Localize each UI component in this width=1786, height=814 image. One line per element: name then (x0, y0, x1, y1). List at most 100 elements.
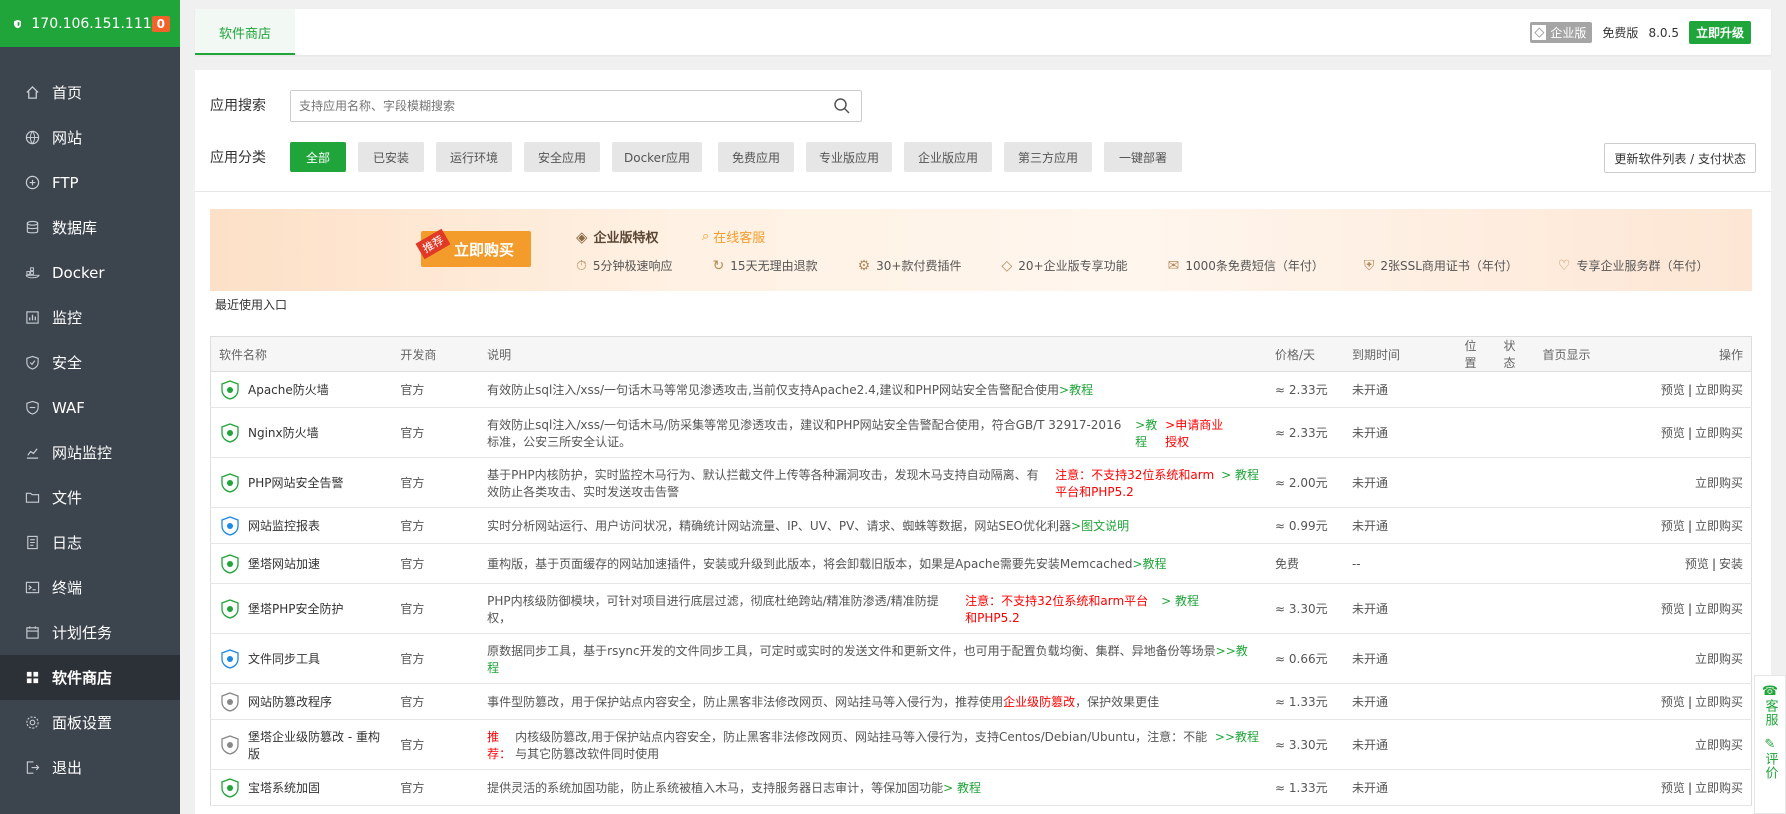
enterprise-link[interactable]: 企业级防篡改 (1003, 695, 1075, 709)
tutorial-link[interactable]: > 教程 (943, 781, 981, 795)
tab-software-store[interactable]: 软件商店 (195, 9, 295, 55)
sidebar-item-label: 文件 (52, 489, 83, 507)
table-row[interactable]: PHP网站安全告警 官方 基于PHP内核防护，实时监控木马行为、默认拦截文件上传… (210, 457, 1752, 508)
table-row[interactable]: 网站监控报表 官方 实时分析网站运行、用户访问状况，精确统计网站流量、IP、UV… (210, 507, 1752, 544)
app-name[interactable]: 堡塔PHP安全防护 (248, 600, 344, 617)
buy-now-button[interactable]: 推荐 立即购买 (415, 228, 531, 267)
tutorial-link[interactable]: >图文说明 (1071, 519, 1129, 533)
column-header: 首页显示 (1534, 336, 1620, 372)
upgrade-button[interactable]: 立即升级 (1688, 21, 1751, 44)
app-name[interactable]: 宝塔系统加固 (248, 779, 320, 796)
app-name[interactable]: 堡塔企业级防篡改 - 重构版 (248, 728, 384, 762)
sidebar-item-15[interactable]: 退出 (0, 745, 180, 790)
preview-link[interactable]: 预览 (1661, 695, 1685, 709)
table-row[interactable]: 堡塔网站加速 官方 重构版，基于页面缓存的网站加速插件，安装或升级到此版本，将会… (210, 543, 1752, 584)
column-header: 软件名称 (210, 336, 393, 372)
table-row[interactable]: Apache防火墙 官方 有效防止sql注入/xss/一句话木马等常见渗透攻击,… (210, 371, 1752, 408)
enterprise-tag[interactable]: ◇ 企业版 (1530, 22, 1593, 43)
table-row[interactable]: 文件同步工具 官方 原数据同步工具，基于rsync开发的文件同步工具，可定时或实… (210, 633, 1752, 684)
preview-link[interactable]: 预览 (1661, 383, 1685, 397)
notification-badge[interactable]: 0 (151, 15, 170, 32)
sidebar-item-13[interactable]: 软件商店 (0, 655, 180, 700)
buy-link[interactable]: 立即购买 (1695, 383, 1743, 397)
buy-link[interactable]: 立即购买 (1695, 476, 1743, 490)
category-3[interactable]: 安全应用 (524, 142, 600, 172)
table-row[interactable]: 宝塔系统加固 官方 提供灵活的系统加固功能，防止系统被植入木马，支持服务器日志审… (210, 769, 1752, 806)
category-4[interactable]: Docker应用 (612, 142, 702, 172)
operations: 预览 | 安装 (1619, 543, 1752, 584)
category-0[interactable]: 全部 (290, 142, 346, 172)
install-link[interactable]: 安装 (1719, 557, 1743, 571)
expire-time: 未开通 (1343, 407, 1457, 458)
sidebar-item-3[interactable]: 数据库 (0, 205, 180, 250)
app-name[interactable]: Apache防火墙 (248, 381, 329, 398)
customer-service-button[interactable]: 客服 (1761, 699, 1780, 727)
search-input[interactable] (291, 91, 811, 121)
category-2[interactable]: 运行环境 (436, 142, 512, 172)
license-link[interactable]: >申请商业授权 (1165, 416, 1235, 450)
buy-link[interactable]: 立即购买 (1695, 695, 1743, 709)
tutorial-link[interactable]: >教程 (1135, 416, 1161, 450)
category-9[interactable]: 一键部署 (1104, 142, 1182, 172)
sidebar-item-9[interactable]: 文件 (0, 475, 180, 520)
table-row[interactable]: 堡塔PHP安全防护 官方 PHP内核级防御模块，可针对项目进行底层过滤，彻底杜绝… (210, 583, 1752, 634)
feature-icon: ⏱ (576, 257, 587, 274)
preview-link[interactable]: 预览 (1685, 557, 1709, 571)
tutorial-link[interactable]: >教程 (1133, 557, 1167, 571)
tutorial-link[interactable]: > 教程 (1221, 466, 1259, 483)
sidebar-item-8[interactable]: 网站监控 (0, 430, 180, 475)
table-row[interactable]: 网站防篡改程序 官方 事件型防篡改，用于保护站点内容安全，防止黑客非法修改网页、… (210, 683, 1752, 720)
category-5[interactable]: 免费应用 (718, 142, 794, 172)
app-name[interactable]: 堡塔网站加速 (248, 555, 320, 572)
sidebar-item-2[interactable]: FTP (0, 160, 180, 205)
app-name[interactable]: PHP网站安全告警 (248, 474, 344, 491)
app-name[interactable]: Nginx防火墙 (248, 424, 319, 441)
preview-link[interactable]: 预览 (1661, 781, 1685, 795)
status-cell (1495, 507, 1535, 544)
buy-link[interactable]: 立即购买 (1695, 602, 1743, 616)
category-8[interactable]: 第三方应用 (1004, 142, 1092, 172)
app-name[interactable]: 网站防篡改程序 (248, 693, 332, 710)
category-6[interactable]: 专业版应用 (806, 142, 892, 172)
app-name[interactable]: 网站监控报表 (248, 517, 320, 534)
sidebar-item-1[interactable]: 网站 (0, 115, 180, 160)
waf-icon (24, 400, 40, 416)
location-cell (1456, 407, 1496, 458)
app-name[interactable]: 文件同步工具 (248, 650, 320, 667)
sidebar-item-7[interactable]: WAF (0, 385, 180, 430)
buy-link[interactable]: 立即购买 (1695, 781, 1743, 795)
buy-link[interactable]: 立即购买 (1695, 519, 1743, 533)
sidebar-item-6[interactable]: 安全 (0, 340, 180, 385)
logo-icon (14, 19, 22, 28)
online-service-link[interactable]: ⌕ 在线客服 (702, 227, 765, 246)
tutorial-link[interactable]: >>教程 (1215, 728, 1259, 745)
category-1[interactable]: 已安装 (358, 142, 424, 172)
sidebar-item-0[interactable]: 首页 (0, 70, 180, 115)
table-row[interactable]: Nginx防火墙 官方 有效防止sql注入/xss/一句话木马/防采集等常见渗透… (210, 407, 1752, 458)
sidebar-item-4[interactable]: Docker (0, 250, 180, 295)
sidebar-item-10[interactable]: 日志 (0, 520, 180, 565)
sidebar-item-11[interactable]: 终端 (0, 565, 180, 610)
refresh-list-button[interactable]: 更新软件列表 / 支付状态 (1604, 143, 1756, 173)
tutorial-link[interactable]: > 教程 (1161, 592, 1199, 609)
preview-link[interactable]: 预览 (1661, 426, 1685, 440)
preview-link[interactable]: 预览 (1661, 519, 1685, 533)
sidebar-item-5[interactable]: 监控 (0, 295, 180, 340)
table-header: 软件名称 开发商 说明 价格/天 到期时间 位置 状态 首页显示 操作 (210, 336, 1752, 372)
preview-link[interactable]: 预览 (1661, 602, 1685, 616)
ftp-icon (24, 175, 40, 191)
search-icon[interactable] (833, 97, 851, 115)
review-button[interactable]: 评价 (1761, 752, 1780, 780)
feature-icon: ♡ (1557, 257, 1571, 274)
docker-icon (24, 265, 40, 281)
sidebar-item-14[interactable]: 面板设置 (0, 700, 180, 745)
description-cell: 提供灵活的系统加固功能，防止系统被植入木马，支持服务器日志审计，等保加固功能> … (479, 769, 1268, 806)
category-7[interactable]: 企业版应用 (904, 142, 992, 172)
buy-link[interactable]: 立即购买 (1695, 738, 1743, 752)
buy-link[interactable]: 立即购买 (1695, 652, 1743, 666)
tutorial-link[interactable]: >教程 (1059, 383, 1093, 397)
buy-link[interactable]: 立即购买 (1695, 426, 1743, 440)
table-row[interactable]: 堡塔企业级防篡改 - 重构版 官方 推荐： 内核级防篡改,用于保护站点内容安全，防… (210, 719, 1752, 770)
column-header: 说明 (479, 336, 1268, 372)
sidebar-item-12[interactable]: 计划任务 (0, 610, 180, 655)
